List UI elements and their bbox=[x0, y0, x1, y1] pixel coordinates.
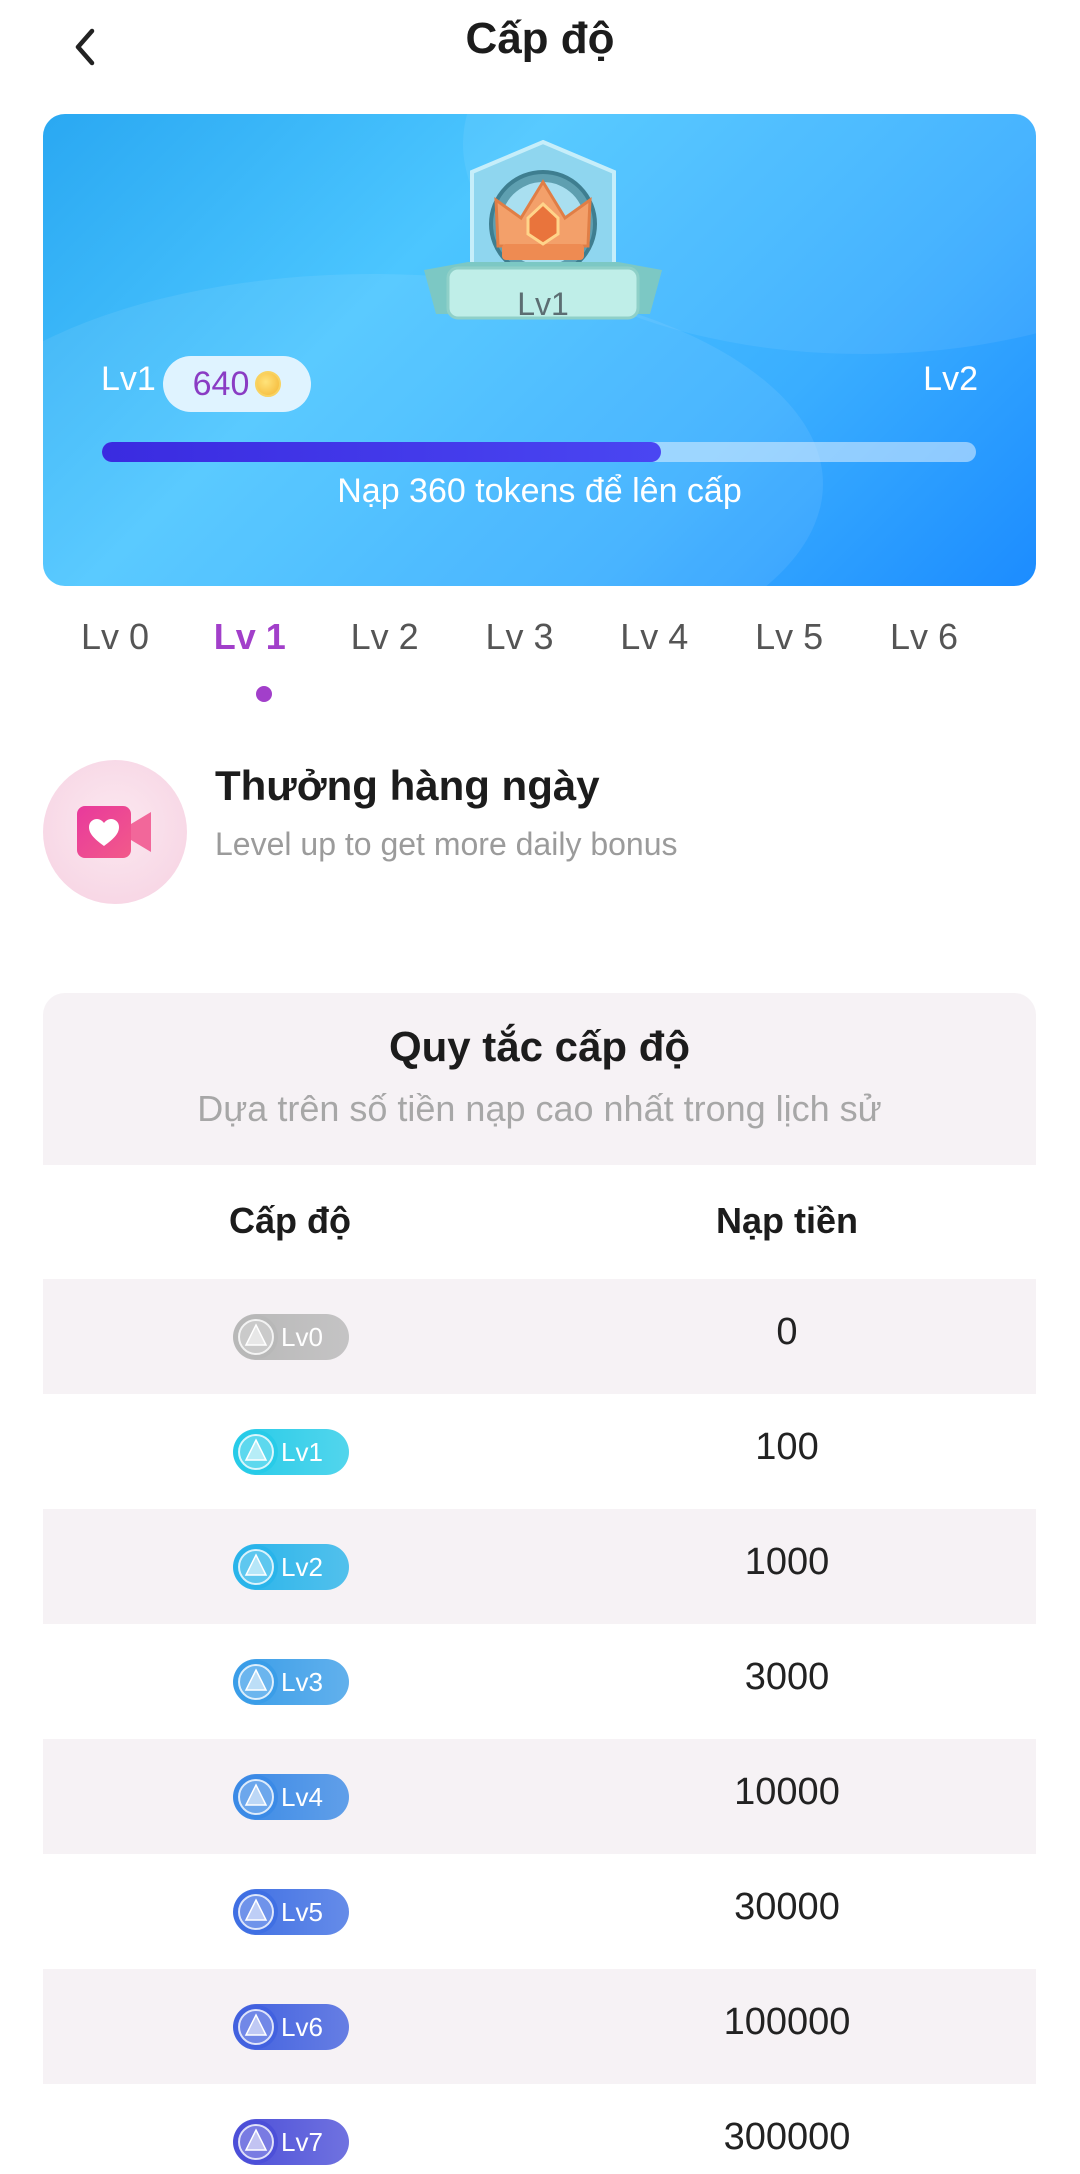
level-badge-chip: Lv1 bbox=[233, 1429, 349, 1475]
progress-hint: Nạp 360 tokens để lên cấp bbox=[337, 472, 742, 510]
level-gem-icon bbox=[234, 1545, 278, 1589]
tab-level-6[interactable]: Lv 6 bbox=[869, 616, 979, 658]
top-bar: Cấp độ bbox=[0, 0, 1080, 90]
rules-subtitle: Dựa trên số tiền nạp cao nhất trong lịch… bbox=[197, 1088, 882, 1129]
tab-level-3[interactable]: Lv 3 bbox=[464, 616, 574, 658]
level-badge-chip: Lv0 bbox=[233, 1314, 349, 1360]
level-badge-chip: Lv4 bbox=[233, 1774, 349, 1820]
daily-reward-subtitle: Level up to get more daily bonus bbox=[215, 826, 678, 862]
video-heart-icon bbox=[77, 806, 151, 858]
table-row: Lv1 100 bbox=[43, 1394, 1036, 1509]
level-badge-text: Lv6 bbox=[281, 2011, 323, 2042]
level-badge-text: Lv4 bbox=[281, 1781, 323, 1812]
tab-level-0[interactable]: Lv 0 bbox=[60, 616, 170, 658]
column-header-amount: Nạp tiền bbox=[715, 1200, 858, 1241]
daily-reward-title: Thưởng hàng ngày bbox=[215, 762, 600, 809]
level-badge-chip: Lv7 bbox=[233, 2119, 349, 2165]
level-progress-bar bbox=[102, 442, 976, 462]
badge-level-label: Lv1 bbox=[517, 286, 569, 322]
token-value: 640 bbox=[192, 364, 250, 403]
level-progress-card: Lv1 Lv1 640 Lv2 Nạp 360 tokens để lên cấ… bbox=[43, 114, 1036, 586]
table-row: Lv0 0 bbox=[43, 1279, 1036, 1394]
amount-cell: 3000 bbox=[744, 1656, 830, 1698]
level-badge-text: Lv7 bbox=[281, 2126, 323, 2157]
current-level-label: Lv1 bbox=[101, 360, 156, 398]
table-row: Lv7 300000 bbox=[43, 2084, 1036, 2174]
level-rules-header: Quy tắc cấp độ Dựa trên số tiền nạp cao … bbox=[43, 993, 1036, 1165]
level-badge-chip: Lv3 bbox=[233, 1659, 349, 1705]
amount-cell: 10000 bbox=[734, 1771, 840, 1813]
level-badge-text: Lv2 bbox=[281, 1551, 323, 1582]
token-balance: 640 bbox=[163, 356, 311, 412]
level-gem-icon bbox=[234, 2005, 278, 2049]
level-badge-chip: Lv6 bbox=[233, 2004, 349, 2050]
level-gem-icon bbox=[234, 2120, 278, 2164]
level-gem-icon bbox=[234, 1890, 278, 1934]
coin-icon bbox=[255, 371, 282, 397]
level-badge-text: Lv3 bbox=[281, 1666, 323, 1697]
table-row: Lv6 100000 bbox=[43, 1969, 1036, 2084]
level-badge-chip: Lv2 bbox=[233, 1544, 349, 1590]
level-gem-icon bbox=[234, 1315, 278, 1359]
table-row: Lv2 1000 bbox=[43, 1509, 1036, 1624]
daily-reward-icon-wrap bbox=[43, 760, 187, 904]
amount-cell: 100 bbox=[755, 1426, 819, 1468]
level-badge-text: Lv0 bbox=[281, 1321, 323, 1352]
tab-level-1[interactable]: Lv 1 bbox=[195, 616, 305, 658]
level-badge-text: Lv1 bbox=[281, 1436, 323, 1467]
tab-level-5[interactable]: Lv 5 bbox=[734, 616, 844, 658]
next-level-label: Lv2 bbox=[923, 360, 978, 398]
level-tabs: Lv 0 Lv 1 Lv 2 Lv 3 Lv 4 Lv 5 Lv 6 bbox=[65, 616, 1005, 696]
table-row: Lv4 10000 bbox=[43, 1739, 1036, 1854]
level-progress-fill bbox=[102, 442, 662, 462]
rules-title: Quy tắc cấp độ bbox=[388, 1023, 691, 1070]
active-tab-indicator bbox=[256, 686, 272, 702]
page-title: Cấp độ bbox=[465, 14, 615, 63]
amount-cell: 1000 bbox=[744, 1541, 830, 1583]
level-gem-icon bbox=[234, 1660, 278, 1704]
amount-cell: 0 bbox=[776, 1311, 798, 1353]
tab-level-4[interactable]: Lv 4 bbox=[599, 616, 709, 658]
table-row: Lv3 3000 bbox=[43, 1624, 1036, 1739]
level-badge-text: Lv5 bbox=[281, 1896, 323, 1927]
level-badge: Lv1 bbox=[418, 136, 668, 346]
table-row: Lv5 30000 bbox=[43, 1854, 1036, 1969]
amount-cell: 300000 bbox=[723, 2116, 851, 2158]
tab-level-2[interactable]: Lv 2 bbox=[330, 616, 440, 658]
amount-cell: 30000 bbox=[734, 1886, 840, 1928]
level-gem-icon bbox=[234, 1430, 278, 1474]
column-header-level: Cấp độ bbox=[229, 1200, 351, 1241]
level-gem-icon bbox=[234, 1775, 278, 1819]
level-badge-chip: Lv5 bbox=[233, 1889, 349, 1935]
amount-cell: 100000 bbox=[723, 2001, 851, 2043]
